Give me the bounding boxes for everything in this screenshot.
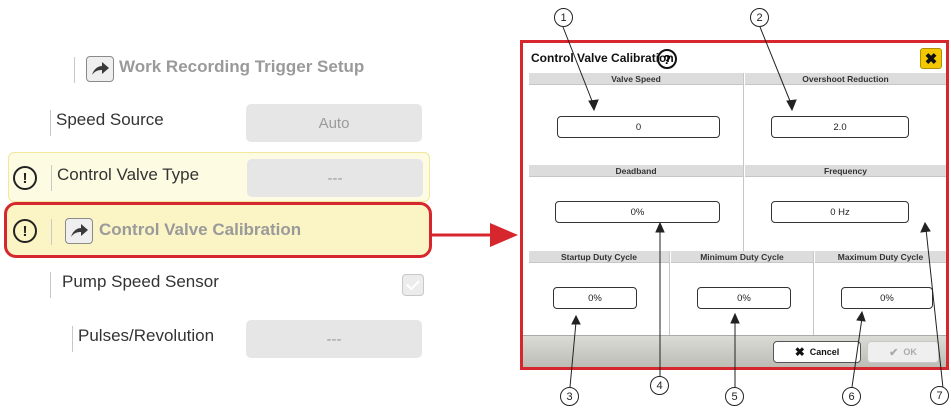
pump-speed-sensor-label: Pump Speed Sensor <box>62 272 219 291</box>
row-control-valve-calibration[interactable]: ! Control Valve Calibration <box>4 202 432 258</box>
warning-icon: ! <box>13 166 37 190</box>
pointer-arrow-icon <box>432 223 518 247</box>
cancel-label: Cancel <box>809 347 840 357</box>
overshoot-reduction-header: Overshoot Reduction <box>745 73 946 85</box>
frequency-input[interactable]: 0 Hz <box>771 201 909 223</box>
speed-source-label: Speed Source <box>56 110 164 129</box>
ok-button[interactable]: ✔ OK <box>867 341 939 363</box>
row-pulses-revolution[interactable]: Pulses/Revolution --- <box>8 314 430 364</box>
warning-icon: ! <box>13 219 37 243</box>
divider <box>51 219 52 245</box>
speed-source-value[interactable]: Auto <box>246 104 422 142</box>
column-divider <box>669 251 670 335</box>
minimum-duty-cycle-header: Minimum Duty Cycle <box>671 251 813 263</box>
callout-7: 7 <box>930 386 949 405</box>
help-icon[interactable]: ? <box>657 49 677 69</box>
row-control-valve-type[interactable]: ! Control Valve Type --- <box>8 152 430 202</box>
control-valve-type-value[interactable]: --- <box>247 159 423 197</box>
maximum-duty-cycle-header: Maximum Duty Cycle <box>815 251 946 263</box>
deadband-header: Deadband <box>529 165 743 177</box>
divider <box>74 57 75 83</box>
overshoot-reduction-input[interactable]: 2.0 <box>771 116 909 138</box>
pulses-revolution-value[interactable]: --- <box>246 320 422 358</box>
callout-2: 2 <box>750 8 769 27</box>
cancel-x-icon: ✖ <box>794 345 805 359</box>
minimum-duty-cycle-input[interactable]: 0% <box>697 287 791 309</box>
pump-speed-sensor-checkbox[interactable] <box>402 274 424 296</box>
share-arrow-icon <box>65 218 93 244</box>
callout-1: 1 <box>554 8 573 27</box>
column-divider <box>813 251 814 335</box>
trigger-setup-label: Work Recording Trigger Setup <box>119 57 365 76</box>
valve-speed-input[interactable]: 0 <box>557 116 720 138</box>
control-valve-calibration-label: Control Valve Calibration <box>99 220 302 239</box>
settings-list: Work Recording Trigger Setup Speed Sourc… <box>0 0 440 408</box>
ok-check-icon: ✔ <box>889 346 899 359</box>
callout-5: 5 <box>725 387 744 406</box>
valve-speed-header: Valve Speed <box>529 73 743 85</box>
row-work-recording-trigger-setup[interactable]: Work Recording Trigger Setup <box>8 45 430 95</box>
cancel-button[interactable]: ✖ Cancel <box>773 341 861 363</box>
row-speed-source[interactable]: Speed Source Auto <box>8 98 430 148</box>
share-arrow-icon <box>86 56 114 82</box>
callout-3: 3 <box>560 387 579 406</box>
column-divider <box>743 73 744 251</box>
startup-duty-cycle-header: Startup Duty Cycle <box>529 251 669 263</box>
pulses-revolution-label: Pulses/Revolution <box>78 326 215 345</box>
startup-duty-cycle-input[interactable]: 0% <box>553 287 637 309</box>
maximum-duty-cycle-input[interactable]: 0% <box>841 287 933 309</box>
callout-6: 6 <box>842 387 861 406</box>
callout-4: 4 <box>650 376 669 395</box>
control-valve-type-label: Control Valve Type <box>57 165 200 184</box>
ok-label: OK <box>903 347 917 357</box>
row-pump-speed-sensor[interactable]: Pump Speed Sensor <box>8 260 430 310</box>
deadband-input[interactable]: 0% <box>555 201 720 223</box>
dialog-title-bar: Control Valve Calibration ? ✖ <box>523 43 946 73</box>
dialog-title: Control Valve Calibration <box>531 51 674 65</box>
dialog-footer: ✖ Cancel ✔ OK <box>523 335 946 367</box>
frequency-header: Frequency <box>745 165 946 177</box>
control-valve-calibration-dialog: Control Valve Calibration ? ✖ Valve Spee… <box>520 40 949 370</box>
divider <box>50 272 51 298</box>
divider <box>50 110 51 136</box>
close-button[interactable]: ✖ <box>920 48 942 69</box>
divider <box>51 165 52 191</box>
divider <box>72 326 73 352</box>
